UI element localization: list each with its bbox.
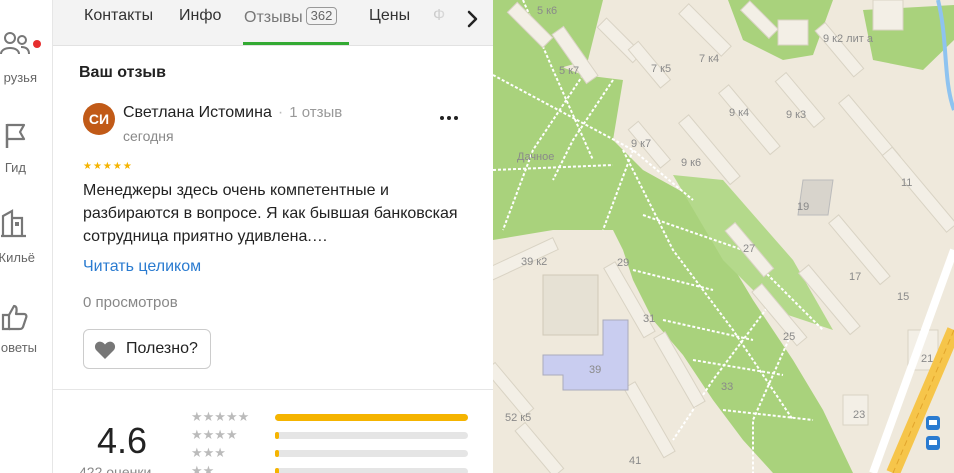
map-label: 39 к2 [521, 256, 547, 268]
read-more-link[interactable]: Читать целиком [83, 258, 201, 276]
rating-bar-fill [275, 414, 468, 421]
map-label: 41 [629, 455, 641, 467]
map-label: 27 [743, 243, 755, 255]
building-icon [1, 209, 26, 238]
useful-button[interactable]: Полезно? [83, 329, 211, 369]
rating-bar-stars: ★★★ [191, 445, 226, 460]
heart-icon [94, 341, 116, 359]
rating-bar-row: ★★★★★ [191, 410, 491, 424]
notification-dot [33, 40, 41, 48]
friends-icon [0, 32, 30, 55]
map-label: 52 к5 [505, 412, 531, 424]
rating-bar-track [275, 450, 468, 457]
rating-bar-stars: ★★★★★ [191, 409, 250, 424]
rating-bar-track [275, 468, 468, 473]
map-label: 31 [643, 313, 655, 325]
useful-label: Полезно? [126, 340, 198, 357]
map-label: 25 [783, 331, 795, 343]
tab-bar: Контакты Инфо Отзывы362 Цены Ф [53, 0, 493, 46]
map-label: 15 [897, 291, 909, 303]
map-label: 29 [617, 257, 629, 269]
views-count: 0 просмотров [83, 294, 178, 311]
rating-bar-stars: ★★ [191, 463, 215, 473]
tab-contacts[interactable]: Контакты [84, 7, 153, 25]
transit-icon[interactable] [926, 416, 940, 450]
more-options-icon[interactable] [437, 106, 461, 130]
tab-prices[interactable]: Цены [369, 7, 410, 25]
review-panel: Ваш отзыв СИ Светлана Истомина · 1 отзыв с… [53, 46, 493, 473]
tab-fade [423, 0, 463, 44]
side-rail: рузья Гид Жильё оветы [0, 0, 53, 473]
map-label: 9 к2 лит а [823, 33, 874, 45]
divider [53, 389, 493, 390]
review-text: Менеджеры здесь очень компетентные и раз… [83, 182, 458, 245]
author-review-count: 1 отзыв [289, 104, 343, 121]
sports-ground [542, 274, 599, 336]
review-author: Светлана Истомина · 1 отзыв [123, 104, 343, 121]
rating-bar-track [275, 432, 468, 439]
map-label: 9 к4 [729, 107, 749, 119]
review-date: сегодня [123, 128, 174, 144]
map-canvas[interactable]: 5 к6 5 к7 7 к5 7 к4 9 к2 лит а 9 к4 9 к3 9 к7 9 … [493, 0, 954, 473]
map-label: 7 к4 [699, 53, 719, 65]
tab-reviews-label: Отзывы [244, 9, 303, 26]
map-label: 19 [797, 201, 809, 213]
sidebar-item-label: Жильё [0, 250, 35, 265]
average-rating: 4.6 [97, 420, 148, 461]
rating-bar-row: ★★ [191, 464, 491, 473]
sidebar-item-guide[interactable]: Гид [0, 118, 52, 188]
sidebar-item-friends[interactable]: рузья [0, 24, 52, 94]
map-label: 9 к7 [631, 138, 651, 150]
reviews-count-badge: 362 [305, 7, 338, 25]
map-label: 17 [849, 271, 861, 283]
sidebar-item-label: рузья [3, 70, 37, 85]
avatar[interactable]: СИ [83, 103, 115, 135]
author-name[interactable]: Светлана Истомина [123, 104, 272, 121]
map[interactable]: 5 к6 5 к7 7 к5 7 к4 9 к2 лит а 9 к4 9 к3 9 к7 9 … [493, 0, 954, 473]
map-label: 5 к6 [537, 5, 557, 17]
thumbs-up-icon [1, 304, 28, 331]
flag-icon [5, 123, 26, 148]
map-label: 33 [721, 381, 733, 393]
rating-count: 422 оценки [79, 464, 152, 473]
map-label: 39 [589, 364, 601, 376]
sidebar-item-tips[interactable]: оветы [0, 300, 52, 370]
tab-info[interactable]: Инфо [179, 7, 221, 25]
rating-bar-fill [275, 432, 279, 439]
rating-bar-fill [275, 450, 279, 457]
rating-bar-fill [275, 468, 279, 473]
section-title: Ваш отзыв [79, 64, 166, 81]
chevron-right-icon[interactable] [458, 6, 488, 32]
rating-bar-track [275, 414, 468, 421]
sidebar-item-label: Гид [4, 160, 26, 175]
map-label: 5 к7 [559, 65, 579, 77]
map-label: 11 [901, 177, 912, 189]
map-label: Дачное [517, 151, 554, 163]
tab-reviews[interactable]: Отзывы 362 [244, 7, 338, 27]
rating-bar-stars: ★★★★ [191, 427, 238, 442]
sidebar-item-housing[interactable]: Жильё [0, 206, 52, 276]
review-rating-stars: ★★★★★ [83, 161, 133, 172]
map-label: 9 к6 [681, 157, 701, 169]
rating-bar-row: ★★★★ [191, 428, 491, 442]
map-label: 7 к5 [651, 63, 671, 75]
rating-bar-row: ★★★ [191, 446, 491, 460]
sidebar-item-label: оветы [0, 340, 37, 355]
map-label: 23 [853, 409, 865, 421]
map-label: 21 [921, 353, 933, 365]
active-tab-indicator [243, 42, 349, 45]
map-label: 9 к3 [786, 109, 806, 121]
